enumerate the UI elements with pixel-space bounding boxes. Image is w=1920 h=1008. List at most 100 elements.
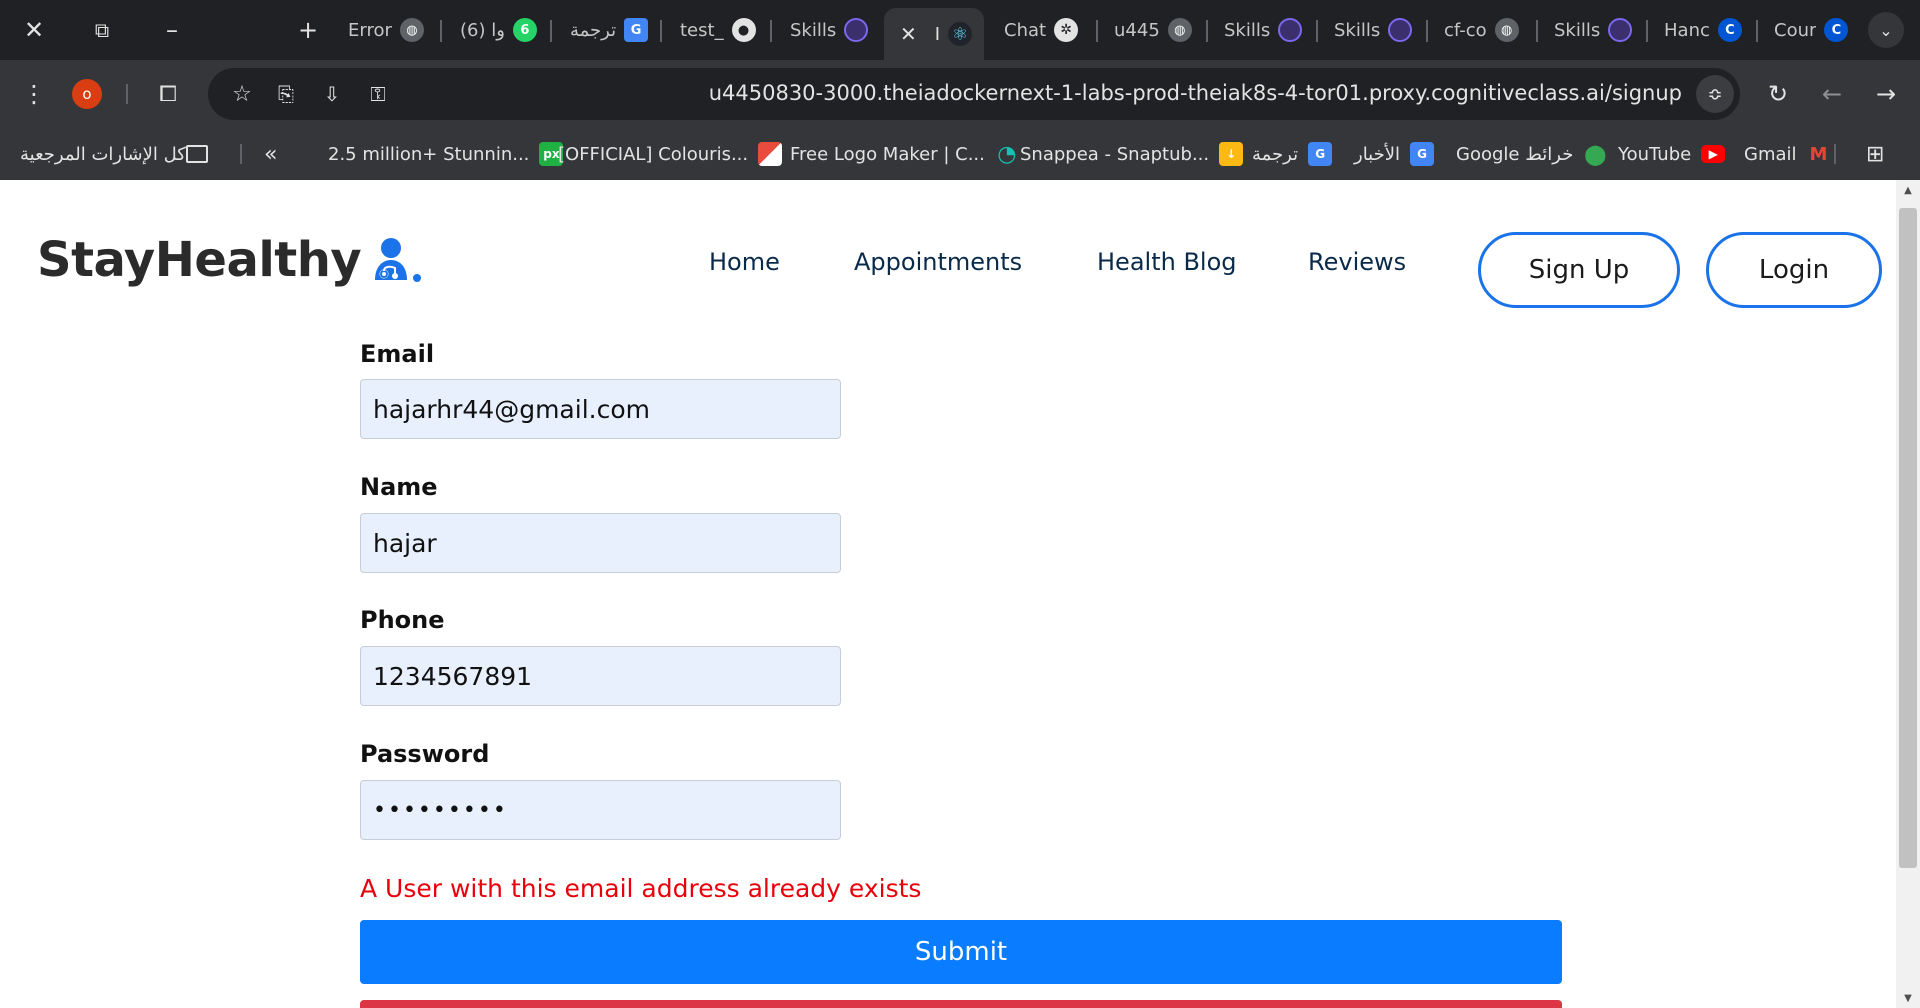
bookmark-item[interactable]: [OFFICIAL] Colouris... [558,140,783,168]
tab-separator [1096,20,1098,42]
nav-reviews-link[interactable]: Reviews [1308,248,1406,276]
translate-page-icon[interactable]: ⎘ [268,76,304,112]
logo-maker-icon: ◔ [997,141,1017,167]
bookmark-label: Snappea - Snaptub... [1020,143,1210,165]
bookmark-item[interactable]: Free Logo Maker | C... ◔ [790,140,1019,168]
skills-icon [1278,18,1303,42]
reset-button[interactable] [360,1000,1562,1008]
tab-label: Skills [1224,19,1271,41]
tab-4[interactable]: Skills [776,8,876,52]
tab-separator [1756,20,1758,42]
tab-1[interactable]: (6) وا 6 [446,8,546,52]
page-scrollbar[interactable]: ▲ ▼ [1896,180,1920,1008]
tab-6[interactable]: Chat ✲ [990,8,1090,52]
bookmark-label: ترجمة [1252,143,1299,165]
all-bookmarks[interactable]: كل الإشارات المرجعية [20,140,218,168]
tab-5-active[interactable]: ✕ I ⚛ [884,8,984,60]
globe-icon: ◍ [1167,18,1192,42]
phone-field[interactable] [360,646,841,706]
error-message: A User with this email address already e… [360,874,922,903]
bookmarks-overflow-icon[interactable]: « [264,140,277,168]
bookmark-item[interactable]: Gmail M [1744,140,1831,168]
coursera-icon: C [1717,18,1742,42]
apps-grid-icon[interactable]: ⊞ [1866,140,1884,168]
tab-11[interactable]: Skills [1540,8,1640,52]
translate-icon: G [1308,142,1333,166]
login-button[interactable]: Login [1706,232,1882,308]
close-tab-icon[interactable]: ✕ [900,22,917,46]
submit-button[interactable]: Submit [360,920,1562,984]
bookmark-item[interactable]: YouTube ▶ [1618,140,1726,168]
tab-2[interactable]: ترجمة G [556,8,656,52]
bookmark-label: Google خرائط [1456,143,1574,165]
tab-label: Chat [1004,19,1047,41]
tab-separator [1646,20,1648,42]
url-text[interactable]: u4450830-3000.theiadockernext-1-labs-pro… [709,81,1682,105]
browser-toolbar: ⋮ o ⧠ ☆ ⎘ ⇩ ⚿ u4450830-3000.theiadockern… [0,60,1920,128]
tab-label: Error [348,19,392,41]
nav-health-blog-link[interactable]: Health Blog [1097,248,1237,276]
bookmarks-divider [1834,144,1836,164]
email-field[interactable] [360,379,841,439]
tab-8[interactable]: Skills [1210,8,1310,52]
bookmark-item[interactable]: Snappea - Snaptub... ↓ [1020,140,1244,168]
tab-list-chevron-icon[interactable]: ⌄ [1868,12,1904,48]
bookmark-star-icon[interactable]: ☆ [224,76,260,112]
address-bar[interactable]: ☆ ⎘ ⇩ ⚿ u4450830-3000.theiadockernext-1-… [208,68,1740,120]
bookmark-item[interactable]: الأخبار G [1354,140,1435,168]
site-logo[interactable]: StayHealthy [37,232,423,288]
profile-avatar[interactable]: o [72,79,102,109]
maps-pin-icon: ⬤ [1584,142,1607,166]
name-field[interactable] [360,513,841,573]
close-window-icon[interactable]: ✕ [16,12,52,48]
page-viewport: StayHealthy Home Appointments Health Blo… [0,180,1896,1008]
bookmark-item[interactable]: ترجمة G [1252,140,1333,168]
doctor-icon [375,238,422,282]
tab-search-icon[interactable]: ⧉ [84,12,120,48]
tab-3[interactable]: test_ ● [666,8,766,52]
skills-icon [1608,18,1633,42]
nav-home-link[interactable]: Home [709,248,780,276]
tab-7[interactable]: u445 ◍ [1100,8,1200,52]
tab-12[interactable]: Hanc C [1650,8,1750,52]
back-arrow-icon[interactable]: ← [1814,76,1850,112]
forward-arrow-icon[interactable]: → [1868,76,1904,112]
signup-button[interactable]: Sign Up [1478,232,1680,308]
github-icon: ● [731,18,756,42]
scroll-up-icon[interactable]: ▲ [1896,180,1920,200]
install-app-icon[interactable]: ⇩ [314,76,350,112]
bookmark-item[interactable]: 2.5 million+ Stunnin... px [328,140,564,168]
tab-separator [1536,20,1538,42]
tab-10[interactable]: cf-co ◍ [1430,8,1530,52]
whatsapp-icon: 6 [512,18,537,42]
password-field[interactable] [360,780,841,840]
minimize-icon[interactable]: – [154,12,190,48]
password-key-icon[interactable]: ⚿ [360,76,396,112]
tab-9[interactable]: Skills [1320,8,1420,52]
name-label: Name [360,473,438,501]
menu-dots-icon[interactable]: ⋮ [16,76,52,112]
logo-text: StayHealthy [37,232,362,288]
coursera-icon: C [1824,18,1849,42]
reload-icon[interactable]: ↻ [1760,76,1796,112]
gmail-icon: M [1809,143,1828,165]
bookmark-item[interactable]: Google خرائط ⬤ [1456,140,1607,168]
tab-separator [660,20,662,42]
scrollbar-thumb[interactable] [1899,208,1917,868]
tab-0[interactable]: Error ◍ [334,8,434,52]
tab-strip: ✕ ⧉ – + Error ◍ (6) وا 6 ترجمة G test_ ●… [0,0,1920,60]
bookmark-label: [OFFICIAL] Colouris... [558,143,749,165]
tab-separator [550,20,552,42]
tab-separator [1426,20,1428,42]
tab-label: Skills [790,19,837,41]
site-settings-icon[interactable]: ≎ [1696,75,1734,113]
extensions-icon[interactable]: ⧠ [150,76,186,112]
tab-separator [440,20,442,42]
new-tab-icon[interactable]: + [290,12,326,48]
scroll-down-icon[interactable]: ▼ [1896,988,1920,1008]
password-label: Password [360,740,490,768]
bookmark-label: Free Logo Maker | C... [790,143,985,165]
tab-13[interactable]: Cour C [1760,8,1860,52]
nav-appointments-link[interactable]: Appointments [854,248,1022,276]
folder-icon [185,145,208,163]
